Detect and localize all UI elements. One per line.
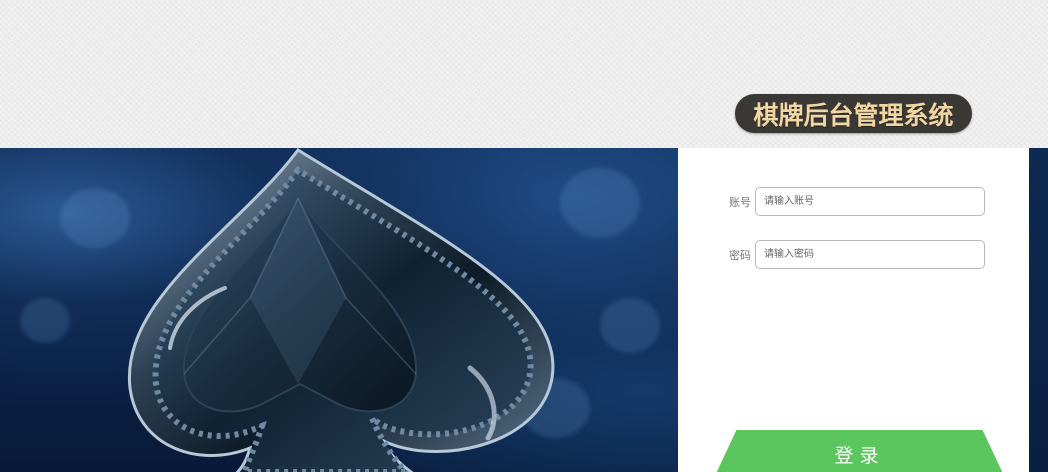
account-label: 账号 [729, 196, 751, 209]
account-row: 账号 [678, 187, 1029, 218]
app-title: 棋牌后台管理系统 [753, 100, 954, 130]
hero-banner [0, 148, 678, 472]
spade-card-icon [127, 148, 555, 472]
app-title-badge: 棋牌后台管理系统 [735, 94, 972, 133]
hero-edge [1029, 148, 1048, 472]
login-button[interactable]: 登录 [713, 430, 1006, 472]
account-input[interactable] [755, 187, 985, 216]
password-input[interactable] [755, 240, 985, 269]
password-label: 密码 [729, 249, 751, 262]
login-panel: 账号 密码 [678, 148, 1029, 472]
password-row: 密码 [678, 240, 1029, 271]
